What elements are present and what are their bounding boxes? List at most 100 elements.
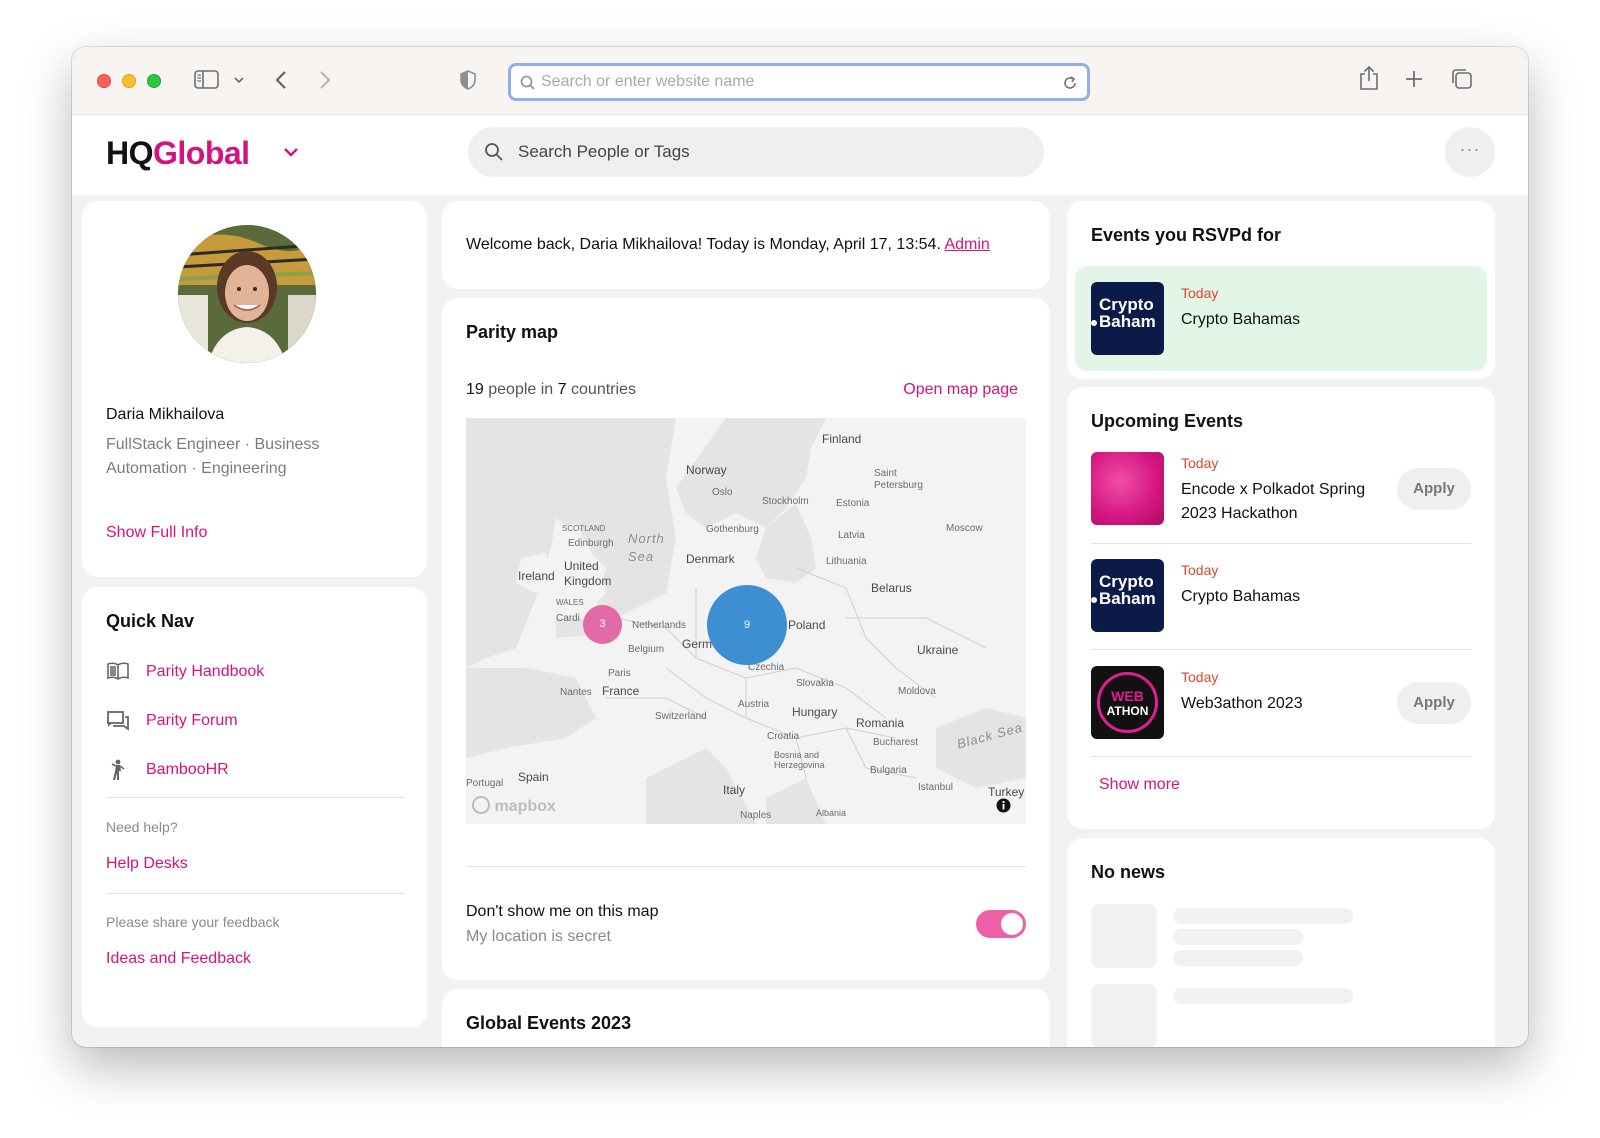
map-label-ukraine: Ukraine [917, 643, 959, 657]
map-label-croatia: Croatia [767, 731, 800, 742]
event-thumbnail-text: Crypto Baham [1099, 295, 1156, 331]
nav-item-label: Parity Forum [146, 712, 238, 729]
ideas-feedback-link[interactable]: Ideas and Feedback [106, 950, 251, 968]
forum-icon [107, 711, 129, 731]
event-thumbnail-text: Crypto Baham [1099, 572, 1156, 608]
nav-item-label: Parity Handbook [146, 663, 265, 680]
map-label-bulgaria: Bulgaria [870, 765, 907, 776]
welcome-message: Welcome back, Daria Mikhailova! Today is… [466, 236, 990, 254]
show-full-info-link[interactable]: Show Full Info [106, 524, 207, 542]
map-label-scotland: SCOTLAND [562, 524, 606, 533]
news-skeleton-line [1173, 988, 1353, 1004]
avatar[interactable] [178, 225, 316, 363]
map-label-denmark: Denmark [686, 552, 735, 566]
map-label-slovakia: Slovakia [796, 678, 834, 689]
shield-icon[interactable] [458, 69, 478, 91]
apply-button[interactable]: Apply [1397, 468, 1471, 510]
close-window-button[interactable] [97, 74, 111, 88]
reload-icon[interactable] [1062, 75, 1078, 91]
hide-on-map-sub: My location is secret [466, 928, 611, 945]
event-thumbnail: WEB ATHON [1091, 666, 1164, 739]
map-label-netherlands: Netherlands [632, 620, 686, 631]
info-icon[interactable] [996, 798, 1011, 813]
nav-item-label: BambooHR [146, 761, 229, 778]
map-label-paris: Paris [608, 668, 631, 679]
hide-on-map-label: Don't show me on this map [466, 903, 659, 920]
workspace-switcher[interactable]: HQGlobal [106, 135, 298, 172]
open-map-link[interactable]: Open map page [903, 381, 1018, 399]
map-label-naples: Naples [740, 810, 772, 821]
back-icon[interactable] [274, 69, 288, 91]
chevron-down-icon[interactable] [233, 76, 245, 84]
upcoming-events-card: Upcoming Events Today Encode x Polkadot … [1067, 387, 1495, 829]
map-label-ireland: Ireland [518, 569, 555, 583]
map-label-wales: WALES [556, 598, 584, 607]
map-label-italy: Italy [723, 783, 746, 797]
share-icon[interactable] [1358, 65, 1380, 91]
map-label-austria: Austria [738, 699, 770, 710]
europe-map[interactable]: Finland Norway Oslo Stockholm Saint Pete… [466, 418, 1026, 824]
tab-overview-icon[interactable] [1450, 67, 1474, 91]
welcome-text: Welcome back, Daria Mikhailova! Today is… [466, 236, 941, 253]
admin-link[interactable]: Admin [944, 236, 989, 253]
divider [1091, 543, 1471, 544]
app-header: HQGlobal Search People or Tags ··· [72, 115, 1528, 195]
new-tab-icon[interactable] [1404, 69, 1424, 89]
cluster-count: 3 [599, 618, 606, 630]
map-label-turkey: Turkey [988, 785, 1025, 799]
toggle-knob [1001, 913, 1023, 935]
rsvp-event-item[interactable]: Crypto Baham Today Crypto Bahamas [1075, 266, 1487, 371]
show-more-link[interactable]: Show more [1099, 776, 1180, 794]
person-icon [111, 759, 125, 780]
divider [106, 797, 404, 798]
sidebar-icon[interactable] [194, 69, 220, 91]
search-people-input[interactable]: Search People or Tags [468, 127, 1044, 177]
help-prompt: Need help? [106, 819, 178, 835]
event-item[interactable]: Crypto Baham Today Crypto Bahamas [1091, 559, 1471, 649]
help-desks-link[interactable]: Help Desks [106, 855, 188, 873]
news-skeleton-line [1173, 908, 1353, 924]
logo-global: Global [153, 135, 250, 171]
map-label-edinburgh: Edinburgh [568, 538, 614, 549]
event-thumbnail [1091, 452, 1164, 525]
search-placeholder: Search People or Tags [518, 142, 690, 161]
feedback-prompt: Please share your feedback [106, 914, 280, 930]
countries-count: 7 [557, 381, 567, 398]
profile-role: FullStack Engineer · Business Automation… [106, 436, 320, 477]
map-label-norway: Norway [686, 463, 727, 477]
news-skeleton-thumb [1091, 984, 1157, 1047]
event-thumbnail: Crypto Baham [1091, 282, 1164, 355]
upcoming-title: Upcoming Events [1091, 411, 1244, 431]
news-skeleton-line [1173, 929, 1303, 945]
search-icon [485, 143, 503, 161]
news-skeleton-line [1173, 950, 1303, 966]
parity-map-card: Parity map 19 people in 7 countries Open… [442, 298, 1050, 980]
address-bar[interactable]: Search or enter website name [508, 63, 1090, 101]
divider [1091, 649, 1471, 650]
map-label-poland: Poland [788, 618, 826, 632]
map-label-lithuania: Lithuania [826, 556, 867, 567]
hide-on-map-toggle[interactable] [976, 910, 1026, 938]
mapbox-logo[interactable]: mapbox [472, 796, 556, 816]
apply-button[interactable]: Apply [1397, 682, 1471, 724]
browser-toolbar: Search or enter website name [72, 47, 1528, 115]
minimize-window-button[interactable] [122, 74, 136, 88]
logo-hq: HQ [106, 135, 154, 171]
zoom-window-button[interactable] [147, 74, 161, 88]
forward-icon[interactable] [318, 69, 332, 91]
map-label-estonia: Estonia [836, 498, 870, 509]
more-options-button[interactable]: ··· [1445, 127, 1495, 177]
map-cluster-small[interactable]: 3 [583, 605, 622, 644]
event-thumbnail-text: WEB [1111, 688, 1144, 704]
chevron-down-icon [284, 148, 298, 157]
map-label-saint-petersburg: Saint Petersburg [874, 468, 923, 491]
map-label-bucharest: Bucharest [873, 737, 919, 748]
search-icon [520, 75, 535, 90]
map-label-albania: Albania [816, 808, 847, 818]
people-count-summary: 19 people in 7 countries [466, 381, 636, 399]
map-cluster-large[interactable]: 9 [707, 585, 787, 665]
news-skeleton-thumb [1091, 904, 1157, 968]
event-item[interactable]: WEB ATHON Today Web3athon 2023 Apply [1091, 666, 1471, 756]
event-item[interactable]: Today Encode x Polkadot Spring 2023 Hack… [1091, 452, 1471, 542]
global-events-title: Global Events 2023 [466, 1013, 632, 1033]
